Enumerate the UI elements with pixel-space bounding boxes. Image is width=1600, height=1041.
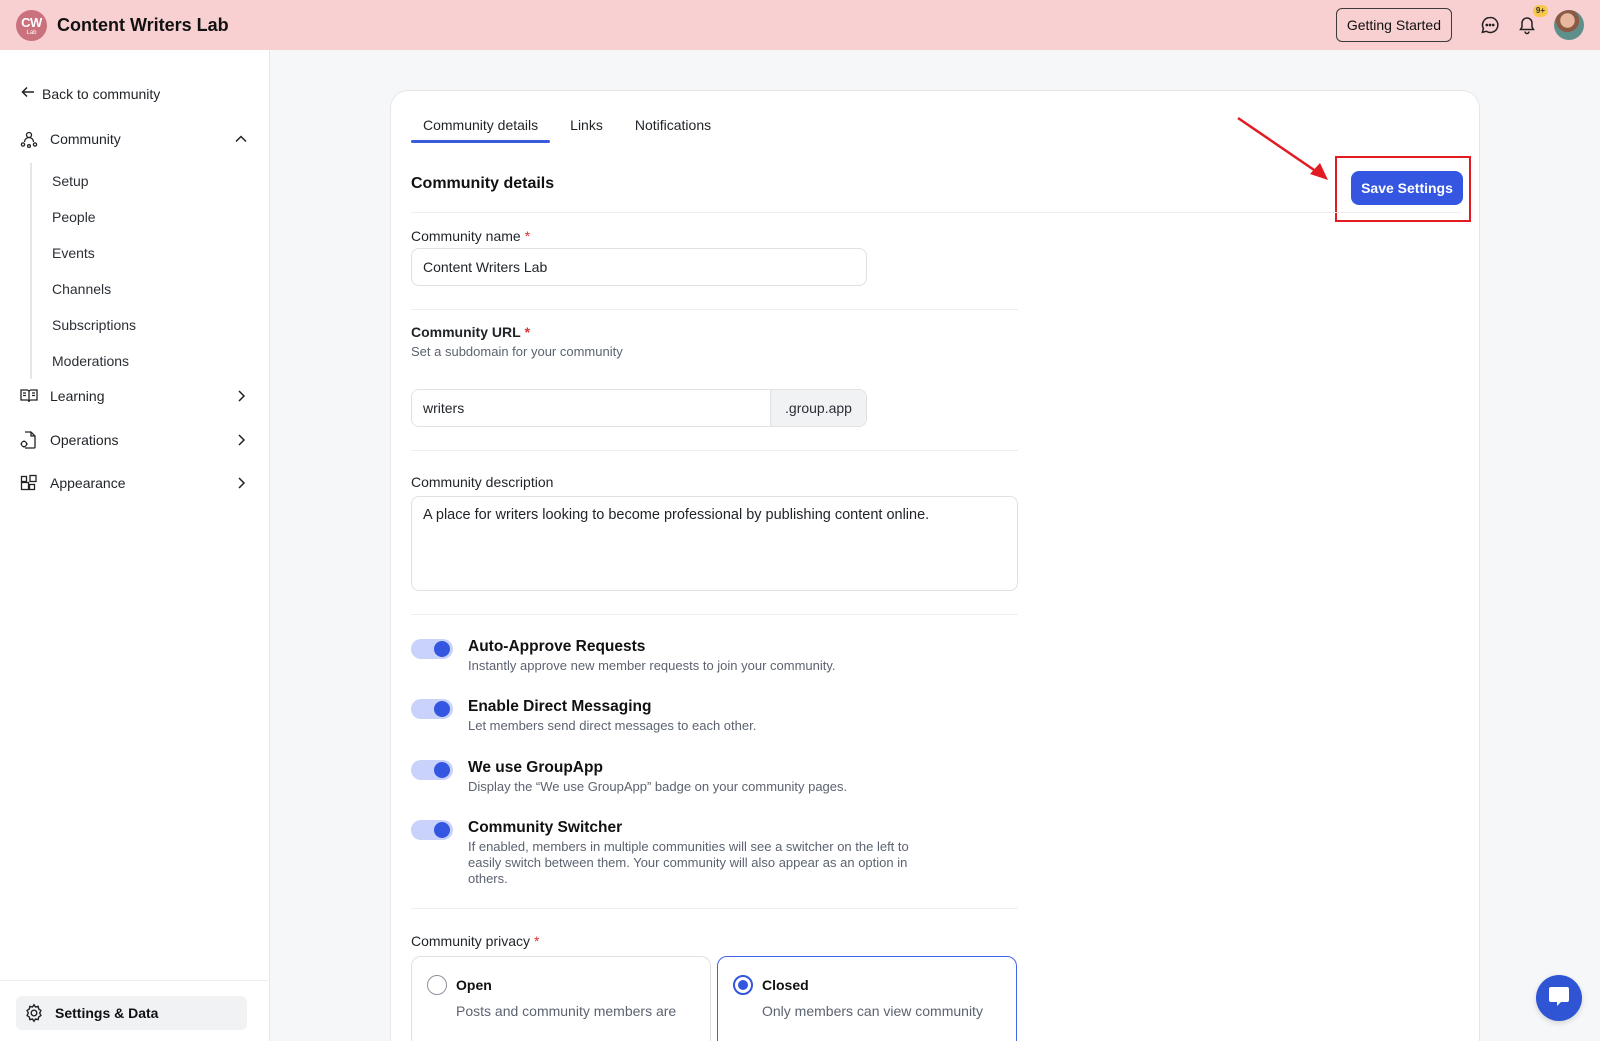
save-settings-button[interactable]: Save Settings [1351,171,1463,205]
community-description-label: Community description [411,474,554,490]
toggle-description: Display the “We use GroupApp” badge on y… [468,779,848,794]
logo-text: CW [21,15,42,30]
annotation-arrow-icon [1237,116,1328,180]
sidebar-item-operations[interactable]: Operations [19,430,249,450]
sidebar: Back to community Community Setup People… [0,50,270,1041]
privacy-option-closed[interactable]: Closed Only members can view community [717,956,1017,1041]
settings-tabs: Community details Links Notifications [411,113,731,143]
sidebar-item-setup[interactable]: Setup [32,163,250,199]
privacy-option-title: Open [456,977,492,993]
top-bar: CW Lab Content Writers Lab Getting Start… [0,0,1600,50]
auto-approve-toggle-row: Auto-Approve Requests Instantly approve … [411,637,971,674]
logo-subtext: Lab [26,30,37,36]
sidebar-item-learning[interactable]: Learning [19,386,249,406]
book-icon [19,386,39,406]
auto-approve-toggle[interactable] [411,639,453,659]
chevron-right-icon [233,432,249,448]
support-chat-button[interactable] [1536,975,1582,1021]
direct-messaging-toggle[interactable] [411,699,453,719]
header-divider [411,212,1461,213]
field-divider [411,309,1018,310]
community-description-textarea[interactable]: A place for writers looking to become pr… [411,496,1018,591]
community-logo[interactable]: CW Lab [16,9,47,41]
community-url-input[interactable] [412,390,770,426]
community-switcher-toggle[interactable] [411,820,453,840]
community-name-label: Community name * [411,228,530,244]
toggle-title: Auto-Approve Requests [468,638,646,655]
groupapp-badge-toggle-row: We use GroupApp Display the “We use Grou… [411,758,971,795]
field-divider [411,908,1018,909]
required-mark: * [524,228,531,244]
getting-started-button[interactable]: Getting Started [1335,8,1452,42]
sidebar-item-subscriptions[interactable]: Subscriptions [32,307,250,343]
sidebar-divider [0,980,270,981]
required-mark: * [534,933,540,949]
appearance-icon [19,473,39,493]
open-radio[interactable] [427,975,447,995]
sidebar-item-community[interactable]: Community [19,129,249,149]
closed-radio[interactable] [733,975,753,995]
back-to-community-label: Back to community [42,85,161,102]
settings-card: Community details Links Notifications Co… [390,90,1480,1041]
chat-bubble-icon [1546,983,1572,1014]
back-to-community-link[interactable]: Back to community [20,84,160,103]
toggle-description: Let members send direct messages to each… [468,718,757,733]
chevron-up-icon [233,131,249,147]
community-icon [19,129,39,149]
sidebar-item-moderations[interactable]: Moderations [32,343,250,379]
field-divider [411,450,1018,451]
field-divider [411,614,1018,615]
notification-badge: 9+ [1532,5,1548,17]
notifications-bell-icon[interactable]: 9+ [1515,5,1548,37]
direct-messaging-toggle-row: Enable Direct Messaging Let members send… [411,697,971,734]
tab-links[interactable]: Links [558,113,615,143]
url-suffix: .group.app [770,390,866,426]
community-name-label-text: Community name [411,228,521,244]
section-title: Community details [411,175,555,192]
sidebar-item-channels[interactable]: Channels [32,271,250,307]
toggle-description: Instantly approve new member requests to… [468,658,836,673]
toggle-title: We use GroupApp [468,759,603,776]
privacy-option-title: Closed [762,977,809,993]
sidebar-item-label: Community [50,131,121,147]
privacy-option-open[interactable]: Open Posts and community members are [411,956,711,1041]
privacy-option-description: Only members can view community [762,1003,983,1019]
sidebar-item-label: Appearance [50,475,126,491]
chat-icon[interactable] [1478,13,1502,37]
sidebar-item-events[interactable]: Events [32,235,250,271]
community-switcher-toggle-row: Community Switcher If enabled, members i… [411,818,921,887]
community-url-helper: Set a subdomain for your community [411,344,623,359]
community-privacy-label-text: Community privacy [411,933,531,949]
sidebar-item-label: Settings & Data [55,1005,159,1021]
groupapp-badge-toggle[interactable] [411,760,453,780]
sidebar-item-label: Operations [50,432,119,448]
top-right-actions: Getting Started 9+ [1335,5,1584,42]
required-mark: * [524,324,531,340]
community-url-label: Community URL * [411,324,530,340]
arrow-left-icon [20,84,36,103]
sidebar-item-settings-data[interactable]: Settings & Data [16,996,247,1030]
toggle-title: Enable Direct Messaging [468,698,652,715]
tab-notifications[interactable]: Notifications [623,113,723,143]
user-avatar[interactable] [1554,10,1584,40]
community-url-label-text: Community URL [411,324,521,340]
sidebar-item-label: Learning [50,388,105,404]
toggle-description: If enabled, members in multiple communit… [468,839,909,886]
community-subnav: Setup People Events Channels Subscriptio… [30,163,250,379]
chevron-right-icon [233,475,249,491]
toggle-title: Community Switcher [468,819,623,836]
sidebar-item-people[interactable]: People [32,199,250,235]
sidebar-item-appearance[interactable]: Appearance [19,473,249,493]
community-privacy-label: Community privacy * [411,933,539,949]
gear-icon [24,1003,44,1023]
privacy-option-description: Posts and community members are [456,1003,677,1019]
community-url-field: .group.app [411,389,867,427]
app-title[interactable]: Content Writers Lab [57,15,229,36]
tab-community-details[interactable]: Community details [411,113,551,143]
community-name-input[interactable] [411,248,867,286]
chevron-right-icon [233,388,249,404]
operations-icon [19,430,39,450]
